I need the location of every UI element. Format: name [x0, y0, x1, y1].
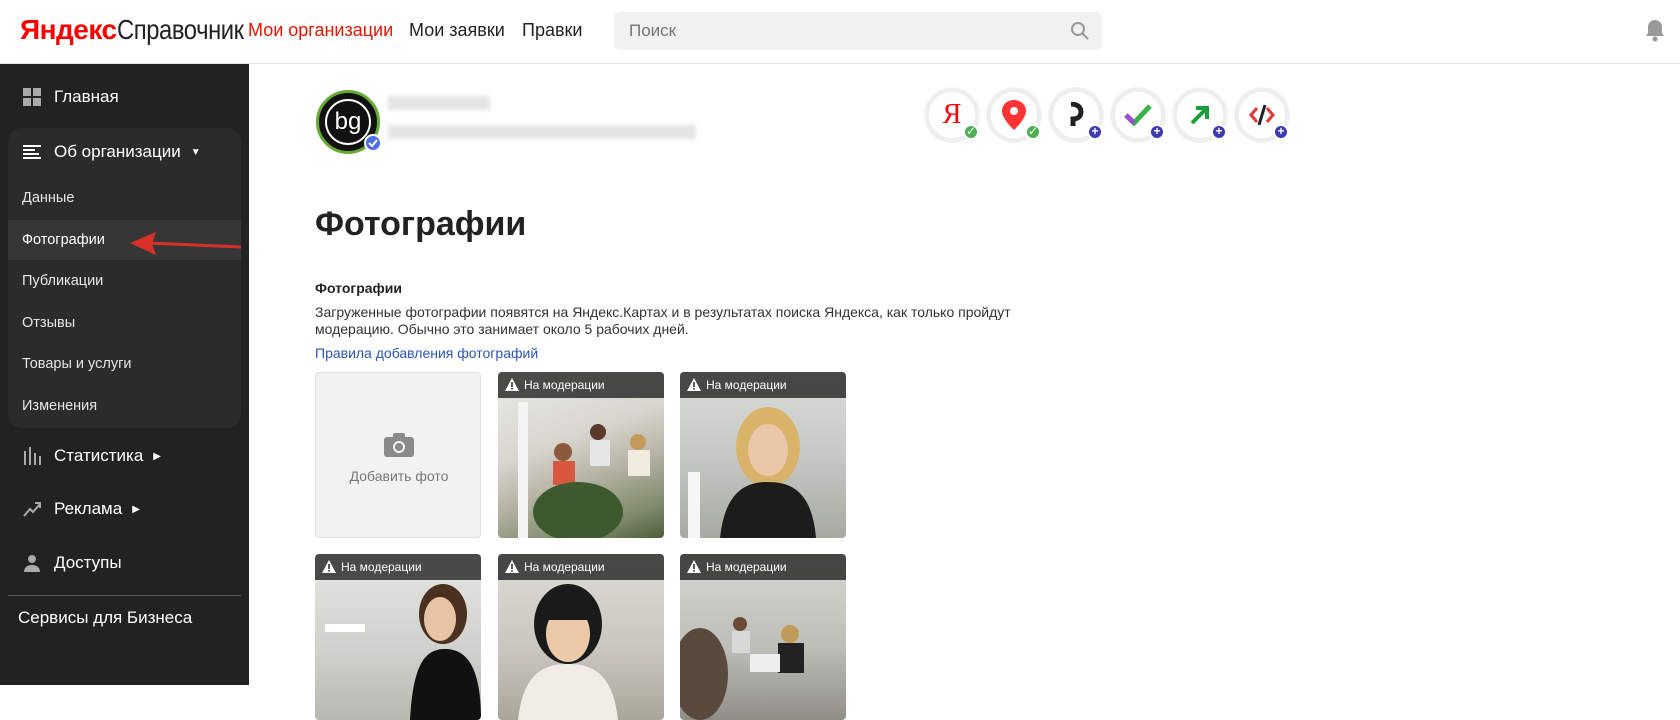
yandex-search-icon[interactable]: Я ✓: [925, 88, 979, 142]
sidebar-item-about[interactable]: Об организации ▼: [0, 132, 201, 172]
annotation-arrow: [130, 232, 242, 255]
sidebar-subitem-publications[interactable]: Публикации: [22, 273, 103, 289]
zen-icon[interactable]: +: [1049, 88, 1103, 142]
photo-rules-link[interactable]: Правила добавления фотографий: [315, 345, 538, 361]
yandex-spravochnik-logo[interactable]: ЯндексСправочник: [20, 14, 266, 46]
sidebar-item-statistics[interactable]: Статистика ▶: [0, 436, 161, 476]
plus-badge-icon: +: [1273, 124, 1289, 140]
warning-icon: [687, 560, 701, 573]
search-input[interactable]: [614, 12, 1054, 50]
sidebar-item-access[interactable]: Доступы: [0, 543, 122, 583]
organization-name-redacted: [388, 96, 490, 110]
photo-tile[interactable]: На модерации: [498, 554, 664, 720]
bar-chart-icon: [22, 446, 42, 466]
warning-icon: [687, 378, 701, 391]
moderation-banner: На модерации: [315, 554, 481, 580]
check-badge-icon: ✓: [1025, 124, 1041, 140]
plus-badge-icon: +: [1149, 124, 1165, 140]
sidebar-subitem-photos[interactable]: Фотографии: [22, 232, 105, 248]
search-box: [614, 12, 1102, 50]
photo-tile[interactable]: На модерации: [680, 554, 846, 720]
search-icon[interactable]: [1070, 21, 1090, 41]
warning-icon: [505, 378, 519, 391]
plus-badge-icon: +: [1087, 124, 1103, 140]
section-description: Загруженные фотографии появятся на Яндек…: [315, 304, 1011, 337]
camera-icon: [384, 433, 414, 457]
top-header: ЯндексСправочник Мои организации Мои зая…: [0, 0, 1680, 64]
add-photo-button[interactable]: Добавить фото: [315, 372, 481, 538]
list-lines-icon: [22, 142, 42, 162]
photo-tile[interactable]: На модерации: [498, 372, 664, 538]
photo-tile[interactable]: На модерации: [315, 554, 481, 720]
sidebar-item-label: Сервисы для Бизнеса: [18, 608, 193, 627]
nav-my-requests[interactable]: Мои заявки: [409, 20, 505, 41]
caret-right-icon: ▶: [153, 450, 161, 462]
sidebar-subitem-data[interactable]: Данные: [22, 190, 74, 206]
moderation-banner: На модерации: [498, 372, 664, 398]
sidebar-item-label: Об организации: [54, 142, 181, 161]
photo-tile[interactable]: На модерации: [680, 372, 846, 538]
sidebar-item-label: Реклама: [54, 499, 123, 518]
organization-address-redacted: [388, 125, 696, 139]
maps-pin-icon[interactable]: ✓: [987, 88, 1041, 142]
caret-down-icon: ▼: [190, 146, 201, 158]
checkmark-service-icon[interactable]: +: [1111, 88, 1165, 142]
moderation-banner: На модерации: [498, 554, 664, 580]
sidebar-subitem-goods[interactable]: Товары и услуги: [22, 356, 131, 372]
person-icon: [22, 553, 42, 573]
page-title: Фотографии: [315, 205, 527, 243]
sidebar-item-home[interactable]: Главная: [0, 77, 119, 117]
sidebar: Главная Об организации ▼ Данные Фотограф…: [0, 64, 249, 685]
verified-icon: [364, 134, 382, 152]
sidebar-item-label: Главная: [54, 87, 119, 106]
direct-arrow-icon[interactable]: +: [1173, 88, 1227, 142]
moderation-banner: На модерации: [680, 372, 846, 398]
warning-icon: [322, 560, 336, 573]
sidebar-item-ads[interactable]: Реклама ▶: [0, 489, 140, 529]
nav-edits[interactable]: Правки: [522, 20, 582, 41]
sidebar-subitem-changes[interactable]: Изменения: [22, 398, 97, 414]
sidebar-divider: [8, 595, 241, 596]
code-tools-icon[interactable]: +: [1235, 88, 1289, 142]
check-badge-icon: ✓: [963, 124, 979, 140]
grid-icon: [22, 87, 42, 107]
plus-badge-icon: +: [1211, 124, 1227, 140]
sidebar-item-business-services[interactable]: Сервисы для Бизнеса: [0, 598, 192, 638]
nav-my-organizations[interactable]: Мои организации: [248, 20, 393, 41]
section-title: Фотографии: [315, 280, 403, 296]
sidebar-item-label: Доступы: [54, 553, 122, 572]
sidebar-item-label: Статистика: [54, 446, 144, 465]
bell-icon[interactable]: [1644, 18, 1666, 42]
add-photo-label: Добавить фото: [349, 468, 449, 484]
sidebar-subitem-reviews[interactable]: Отзывы: [22, 315, 75, 331]
moderation-banner: На модерации: [680, 554, 846, 580]
warning-icon: [505, 560, 519, 573]
caret-right-icon: ▶: [132, 503, 140, 515]
trend-arrow-icon: [22, 499, 42, 519]
